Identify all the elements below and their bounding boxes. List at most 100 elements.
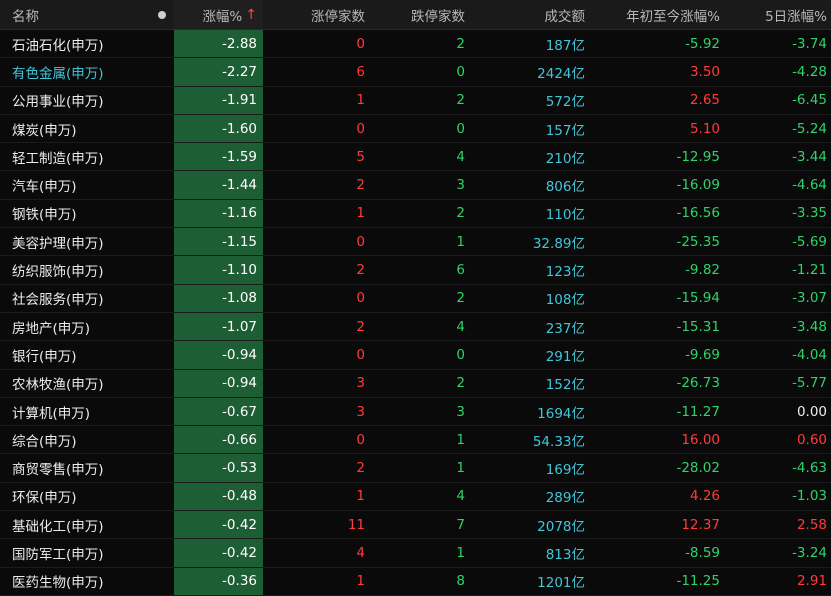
row-limit-down: 1 (456, 233, 465, 250)
table-row[interactable]: 美容护理(申万) -1.15 0 1 32.89亿 -25.35 -5.69 (0, 228, 831, 257)
row-limit-down: 1 (456, 544, 465, 561)
column-header-turnover[interactable]: 成交额 (475, 0, 589, 29)
row-marker (150, 171, 174, 198)
row-five-day-pct: 2.91 (796, 573, 827, 590)
column-header-change-pct[interactable]: 涨幅% ↑ (174, 0, 263, 29)
row-limit-down: 0 (456, 346, 465, 363)
row-change-pct: -1.07 (174, 312, 263, 341)
row-limit-up: 3 (356, 403, 365, 420)
row-turnover: 152亿 (545, 377, 585, 394)
table-row[interactable]: 轻工制造(申万) -1.59 5 4 210亿 -12.95 -3.44 (0, 143, 831, 172)
row-limit-up: 4 (356, 544, 365, 561)
row-limit-down: 2 (456, 375, 465, 392)
row-ytd-pct: -26.73 (676, 375, 720, 392)
table-row[interactable]: 环保(申万) -0.48 1 4 289亿 4.26 -1.03 (0, 482, 831, 512)
row-limit-down: 4 (456, 318, 465, 335)
row-change-pct: -1.10 (174, 256, 263, 284)
row-ytd-pct: -9.82 (685, 262, 720, 279)
row-limit-up: 0 (356, 290, 365, 307)
row-marker (150, 285, 174, 312)
table-body: 石油石化(申万) -2.88 0 2 187亿 -5.92 -3.74 有色金属(申万) -2.… (0, 30, 831, 596)
row-turnover: 572亿 (545, 94, 585, 111)
row-limit-down: 2 (456, 290, 465, 307)
column-header-name[interactable]: 名称 (0, 0, 150, 29)
row-ytd-pct: 3.50 (689, 63, 720, 80)
row-limit-up: 11 (347, 516, 365, 533)
table-row[interactable]: 钢铁(申万) -1.16 1 2 110亿 -16.56 -3.35 (0, 199, 831, 229)
column-header-five-day-pct[interactable]: 5日涨幅% (724, 0, 831, 29)
row-ytd-pct: 2.65 (689, 92, 720, 109)
row-five-day-pct: -4.04 (792, 346, 827, 363)
row-turnover: 2078亿 (537, 518, 585, 535)
table-row[interactable]: 公用事业(申万) -1.91 1 2 572亿 2.65 -6.45 (0, 86, 831, 115)
table-row[interactable]: 商贸零售(申万) -0.53 2 1 169亿 -28.02 -4.63 (0, 454, 831, 483)
row-change-pct: -0.42 (174, 511, 263, 539)
table-row[interactable]: 汽车(申万) -1.44 2 3 806亿 -16.09 -4.64 (0, 171, 831, 200)
table-row[interactable]: 国防军工(申万) -0.42 4 1 813亿 -8.59 -3.24 (0, 539, 831, 568)
table-row[interactable]: 煤炭(申万) -1.60 0 0 157亿 5.10 -5.24 (0, 114, 831, 144)
row-ytd-pct: -12.95 (676, 148, 720, 165)
row-five-day-pct: -3.35 (792, 205, 827, 222)
column-header-marker[interactable] (150, 0, 174, 29)
row-limit-up: 2 (356, 262, 365, 279)
row-limit-down: 6 (456, 262, 465, 279)
table-row[interactable]: 石油石化(申万) -2.88 0 2 187亿 -5.92 -3.74 (0, 30, 831, 59)
row-limit-down: 1 (456, 431, 465, 448)
row-limit-up: 0 (356, 35, 365, 52)
row-limit-up: 1 (356, 573, 365, 590)
row-limit-up: 5 (356, 148, 365, 165)
table-row[interactable]: 房地产(申万) -1.07 2 4 237亿 -15.31 -3.48 (0, 312, 831, 342)
table-header: 名称 涨幅% ↑ 涨停家数 跌停家数 成交额 年初至今涨幅% 5日涨幅% (0, 0, 831, 30)
row-limit-up: 0 (356, 431, 365, 448)
table-row[interactable]: 医药生物(申万) -0.36 1 8 1201亿 -11.25 2.91 (0, 567, 831, 596)
row-name: 商贸零售(申万) (12, 462, 104, 479)
table-row[interactable]: 农林牧渔(申万) -0.94 3 2 152亿 -26.73 -5.77 (0, 369, 831, 398)
row-turnover: 54.33亿 (532, 433, 585, 450)
row-ytd-pct: 4.26 (689, 488, 720, 505)
row-five-day-pct: -3.74 (792, 35, 827, 52)
row-change-pct: -1.60 (174, 114, 263, 143)
row-limit-down: 7 (456, 516, 465, 533)
table-row[interactable]: 社会服务(申万) -1.08 0 2 108亿 -15.94 -3.07 (0, 284, 831, 313)
table-row[interactable]: 有色金属(申万) -2.27 6 0 2424亿 3.50 -4.28 (0, 58, 831, 87)
marker-dot-icon (158, 10, 166, 19)
row-ytd-pct: -15.94 (676, 290, 720, 307)
row-five-day-pct: -3.48 (792, 318, 827, 335)
row-turnover: 237亿 (545, 320, 585, 337)
row-name: 汽车(申万) (12, 179, 77, 196)
table-row[interactable]: 纺织服饰(申万) -1.10 2 6 123亿 -9.82 -1.21 (0, 256, 831, 285)
row-name: 计算机(申万) (12, 405, 91, 422)
row-turnover: 187亿 (545, 37, 585, 54)
row-change-pct: -1.91 (174, 86, 263, 114)
row-marker (150, 483, 174, 510)
row-limit-down: 8 (456, 573, 465, 590)
table-row[interactable]: 综合(申万) -0.66 0 1 54.33亿 16.00 0.60 (0, 426, 831, 455)
column-header-limit-down[interactable]: 跌停家数 (375, 0, 475, 29)
column-header-limit-up[interactable]: 涨停家数 (263, 0, 375, 29)
row-marker (150, 58, 174, 85)
row-name: 房地产(申万) (12, 320, 91, 337)
row-limit-up: 0 (356, 233, 365, 250)
row-change-pct: -0.66 (174, 426, 263, 454)
row-name: 轻工制造(申万) (12, 150, 104, 167)
row-marker (150, 313, 174, 340)
row-marker (150, 30, 174, 57)
row-turnover: 806亿 (545, 179, 585, 196)
row-name: 公用事业(申万) (12, 94, 104, 111)
row-turnover: 110亿 (545, 207, 585, 224)
sort-arrow-icon: ↑ (245, 6, 257, 23)
row-five-day-pct: -3.24 (792, 544, 827, 561)
row-marker (150, 228, 174, 255)
row-change-pct: -0.53 (174, 454, 263, 482)
row-limit-up: 6 (356, 63, 365, 80)
table-row[interactable]: 计算机(申万) -0.67 3 3 1694亿 -11.27 0.00 (0, 397, 831, 427)
row-change-pct: -0.42 (174, 539, 263, 567)
row-turnover: 2424亿 (537, 65, 585, 82)
row-change-pct: -0.94 (174, 341, 263, 369)
table-row[interactable]: 基础化工(申万) -0.42 11 7 2078亿 12.37 2.58 (0, 511, 831, 540)
column-header-ytd-pct[interactable]: 年初至今涨幅% (589, 0, 724, 29)
row-turnover: 289亿 (545, 490, 585, 507)
row-ytd-pct: -11.27 (676, 403, 720, 420)
row-ytd-pct: -9.69 (685, 346, 720, 363)
table-row[interactable]: 银行(申万) -0.94 0 0 291亿 -9.69 -4.04 (0, 341, 831, 370)
